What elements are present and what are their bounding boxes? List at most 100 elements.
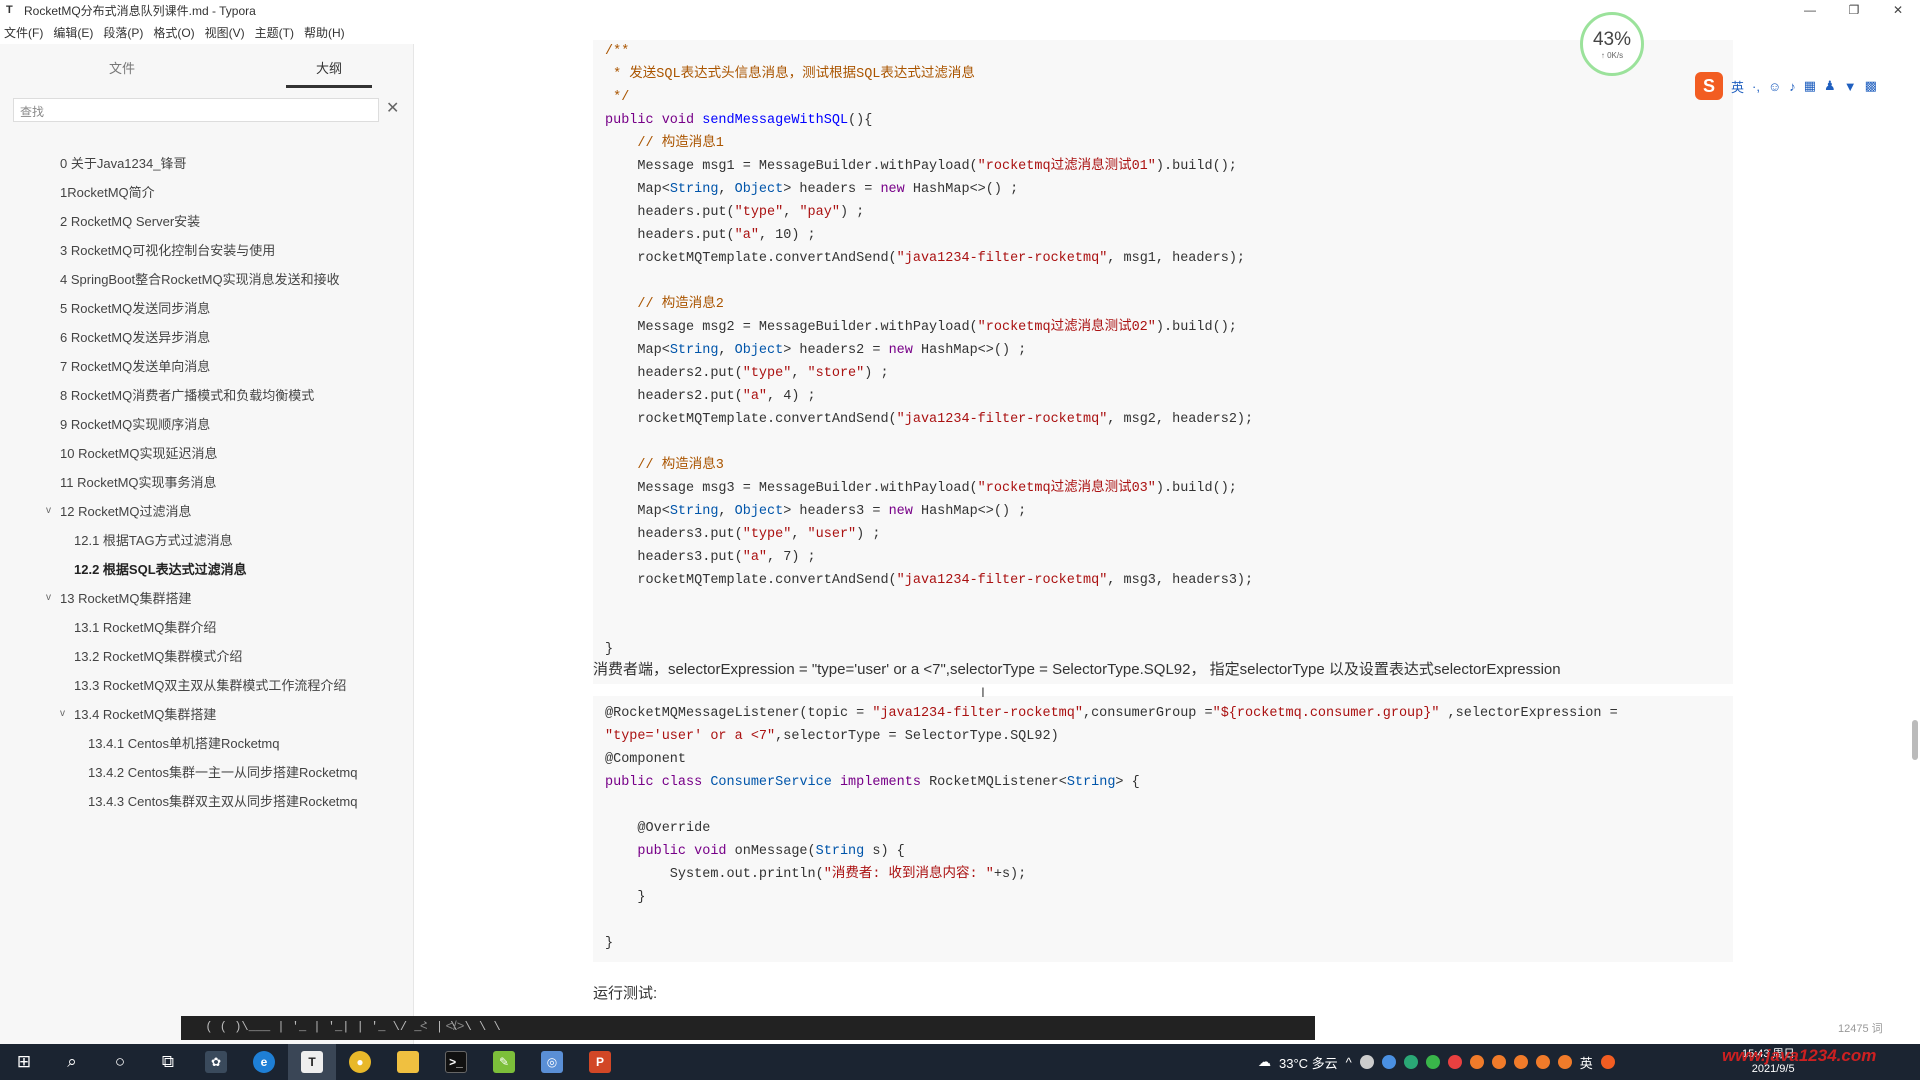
outline-item[interactable]: 0 关于Java1234_锋哥	[0, 148, 414, 177]
app-icon-1[interactable]: ✿	[192, 1044, 240, 1080]
outline-item[interactable]: 8 RocketMQ消费者广播模式和负载均衡模式	[0, 380, 414, 409]
outline-item[interactable]: 13.2 RocketMQ集群模式介绍	[0, 641, 414, 670]
outline-item[interactable]: 10 RocketMQ实现延迟消息	[0, 438, 414, 467]
minimize-button[interactable]: —	[1788, 0, 1832, 20]
outline-item[interactable]: 5 RocketMQ发送同步消息	[0, 293, 414, 322]
code-line: @RocketMQMessageListener(topic = "java12…	[605, 702, 1721, 725]
menu-format[interactable]: 格式(O)	[149, 22, 200, 44]
outline-item-label: 2 RocketMQ Server安装	[60, 214, 201, 229]
outline-item[interactable]: 9 RocketMQ实现顺序消息	[0, 409, 414, 438]
notepad-icon[interactable]: ✎	[480, 1044, 528, 1080]
ime-mic-icon[interactable]: ♪	[1789, 79, 1796, 94]
code-token: +s);	[993, 867, 1027, 882]
outline-item[interactable]: 3 RocketMQ可视化控制台安装与使用	[0, 235, 414, 264]
weather-cloud-icon[interactable]: ☁	[1258, 1054, 1271, 1070]
outline-item[interactable]: 13.4.1 Centos单机搭建Rocketmq	[0, 728, 414, 757]
search-icon[interactable]: ⌕	[48, 1044, 96, 1080]
tray-app-icon-4[interactable]	[1469, 1055, 1484, 1069]
source-mode-icon[interactable]: </>	[446, 1018, 465, 1033]
tray-lang[interactable]: 英	[1580, 1053, 1593, 1072]
ime-emoji-icon[interactable]: ☺	[1768, 79, 1781, 94]
outline-item[interactable]: 1RocketMQ简介	[0, 177, 414, 206]
outline-item[interactable]: 7 RocketMQ发送单向消息	[0, 351, 414, 380]
scrollbar-thumb[interactable]	[1912, 720, 1918, 760]
word-count[interactable]: 12475 词	[1838, 1020, 1883, 1036]
outline-item[interactable]: 13.4.2 Centos集群一主一从同步搭建Rocketmq	[0, 757, 414, 786]
menu-file[interactable]: 文件(F)	[0, 22, 49, 44]
chrome-icon[interactable]: ●	[336, 1044, 384, 1080]
tray-app-icon-8[interactable]	[1557, 1055, 1572, 1069]
tray-app-icon-7[interactable]	[1535, 1055, 1550, 1069]
close-button[interactable]: ✕	[1876, 0, 1920, 20]
menu-paragraph[interactable]: 段落(P)	[99, 22, 149, 44]
chevron-down-icon[interactable]: v	[46, 505, 58, 516]
code-line: // 构造消息3	[605, 454, 1721, 477]
weather-text[interactable]: 33°C 多云	[1279, 1053, 1338, 1072]
tray-app-icon-3[interactable]	[1447, 1055, 1462, 1069]
chevron-down-icon[interactable]: v	[60, 708, 72, 719]
ime-keyboard-icon[interactable]: ▦	[1804, 78, 1816, 94]
app-icon-2[interactable]: ◎	[528, 1044, 576, 1080]
code-block-consumer[interactable]: @RocketMQMessageListener(topic = "java12…	[593, 696, 1733, 962]
close-icon[interactable]: ✕	[386, 98, 399, 118]
tray-app-icon-6[interactable]	[1513, 1055, 1528, 1069]
sogou-logo-icon[interactable]: S	[1695, 72, 1723, 100]
menu-help[interactable]: 帮助(H)	[300, 22, 351, 44]
tab-files[interactable]: 文件	[40, 44, 204, 88]
tray-expand-icon[interactable]: ^	[1346, 1055, 1352, 1070]
edge-icon[interactable]: e	[240, 1044, 288, 1080]
code-token: }	[605, 642, 614, 657]
chevron-down-icon[interactable]: v	[46, 592, 58, 603]
network-speed-widget[interactable]: 43% ↑ 0K/s	[1580, 12, 1644, 76]
outline-item[interactable]: 13.4.3 Centos集群双主双从同步搭建Rocketmq	[0, 786, 414, 815]
menu-theme[interactable]: 主题(T)	[251, 22, 300, 44]
outline-item[interactable]: 12.2 根据SQL表达式过滤消息	[0, 554, 414, 583]
code-token: // 构造消息3	[637, 458, 724, 473]
ppt-icon[interactable]: P	[576, 1044, 624, 1080]
restore-button[interactable]: ❐	[1832, 0, 1876, 20]
ime-punctuation[interactable]: ·,	[1752, 79, 1760, 94]
code-line: public class ConsumerService implements …	[605, 771, 1721, 794]
outline-item[interactable]: v 13.4 RocketMQ集群搭建	[0, 699, 414, 728]
ime-skin-icon[interactable]: ▼	[1844, 79, 1857, 94]
editor-area[interactable]: /** * 发送SQL表达式头信息消息，测试根据SQL表达式过滤消息 */ pub…	[414, 40, 1920, 1044]
typora-taskbar-icon[interactable]: T	[288, 1044, 336, 1080]
tray-mic-icon[interactable]	[1359, 1055, 1374, 1069]
ime-menu-icon[interactable]: ▩	[1865, 78, 1877, 94]
outline-item[interactable]: 6 RocketMQ发送异步消息	[0, 322, 414, 351]
tray-wechat-icon[interactable]	[1425, 1055, 1440, 1069]
code-token: "java1234-filter-rocketmq"	[872, 706, 1083, 721]
collapse-sidebar-icon[interactable]: <	[420, 1018, 428, 1033]
outline-item[interactable]: 13.1 RocketMQ集群介绍	[0, 612, 414, 641]
outline-item[interactable]: 13.3 RocketMQ双主双从集群模式工作流程介绍	[0, 670, 414, 699]
code-block-producer[interactable]: /** * 发送SQL表达式头信息消息，测试根据SQL表达式过滤消息 */ pub…	[593, 40, 1733, 684]
task-view-icon[interactable]: ⧉	[144, 1044, 192, 1080]
file-explorer-icon[interactable]	[384, 1044, 432, 1080]
menu-view[interactable]: 视图(V)	[201, 22, 251, 44]
outline-item[interactable]: 2 RocketMQ Server安装	[0, 206, 414, 235]
ime-user-icon[interactable]: ♟	[1824, 78, 1836, 94]
code-token: "a"	[742, 550, 768, 565]
tray-sogou-icon[interactable]	[1600, 1055, 1615, 1069]
tab-outline[interactable]: 大纲	[286, 44, 372, 88]
terminal-icon[interactable]: >_	[432, 1044, 480, 1080]
outline-item[interactable]: 12.1 根据TAG方式过滤消息	[0, 525, 414, 554]
tray-app-icon-5[interactable]	[1491, 1055, 1506, 1069]
outline-item-label: 13.3 RocketMQ双主双从集群模式工作流程介绍	[74, 678, 347, 693]
tray-app-icon-2[interactable]	[1403, 1055, 1418, 1069]
cortana-icon[interactable]: ○	[96, 1044, 144, 1080]
code-token: * 发送SQL表达式头信息消息，测试根据SQL表达式过滤消息	[605, 67, 975, 82]
paragraph-run-test[interactable]: 运行测试:	[593, 982, 657, 1003]
ime-mode[interactable]: 英	[1731, 77, 1744, 96]
outline-item[interactable]: v 13 RocketMQ集群搭建	[0, 583, 414, 612]
paragraph-consumer[interactable]: 消费者端，selectorExpression = "type='user' o…	[593, 658, 1561, 679]
outline-item[interactable]: 4 SpringBoot整合RocketMQ实现消息发送和接收	[0, 264, 414, 293]
windows-start-icon[interactable]: ⊞	[0, 1044, 48, 1080]
outline-item[interactable]: v 12 RocketMQ过滤消息	[0, 496, 414, 525]
outline-item[interactable]: 11 RocketMQ实现事务消息	[0, 467, 414, 496]
code-line: /**	[605, 40, 1721, 63]
tray-app-icon-1[interactable]	[1381, 1055, 1396, 1069]
menu-edit[interactable]: 编辑(E)	[49, 22, 99, 44]
outline-search-input[interactable]: 查找	[13, 98, 379, 122]
